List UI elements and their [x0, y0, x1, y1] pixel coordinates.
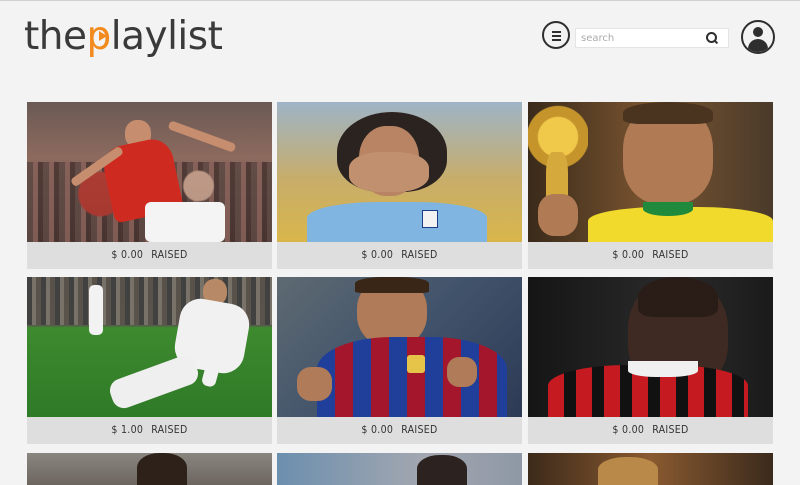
- logo[interactable]: theplaylist: [24, 14, 223, 70]
- fundraiser-card[interactable]: $ 1.00 RAISED: [27, 277, 272, 444]
- raised-label: RAISED: [151, 249, 188, 261]
- raised-label: RAISED: [401, 249, 438, 261]
- card-caption: $ 1.00 RAISED: [27, 417, 272, 444]
- user-icon-body: [748, 39, 768, 52]
- fundraiser-card[interactable]: $ 0.00 RAISED: [277, 277, 522, 444]
- search-input[interactable]: [581, 30, 701, 46]
- player-photo[interactable]: [277, 453, 522, 485]
- player-photo[interactable]: [27, 453, 272, 485]
- fundraiser-card[interactable]: [528, 453, 773, 485]
- logo-text-laylist: laylist: [110, 14, 223, 59]
- player-photo[interactable]: [528, 102, 773, 242]
- fundraiser-card[interactable]: $ 0.00 RAISED: [528, 102, 773, 269]
- card-caption: $ 0.00 RAISED: [277, 417, 522, 444]
- player-photo[interactable]: [528, 453, 773, 485]
- menu-button[interactable]: [542, 21, 570, 49]
- logo-text-the: the: [24, 14, 87, 59]
- player-photo[interactable]: [27, 277, 272, 417]
- amount-raised: $ 0.00: [361, 249, 394, 261]
- fundraiser-card[interactable]: [27, 453, 272, 485]
- amount-raised: $ 0.00: [111, 249, 144, 261]
- raised-label: RAISED: [652, 424, 689, 436]
- player-photo[interactable]: [27, 102, 272, 242]
- player-photo[interactable]: [277, 102, 522, 242]
- menu-icon-bar: [552, 39, 561, 41]
- menu-icon-bar: [552, 35, 561, 37]
- search-box: [575, 28, 729, 48]
- raised-label: RAISED: [652, 249, 689, 261]
- search-icon[interactable]: [706, 32, 717, 43]
- amount-raised: $ 1.00: [111, 424, 144, 436]
- user-icon-head: [753, 27, 763, 37]
- card-caption: $ 0.00 RAISED: [528, 417, 773, 444]
- raised-label: RAISED: [151, 424, 188, 436]
- card-caption: $ 0.00 RAISED: [528, 242, 773, 269]
- fundraiser-card[interactable]: $ 0.00 RAISED: [277, 102, 522, 269]
- fundraiser-card[interactable]: [277, 453, 522, 485]
- menu-icon-bar: [552, 31, 561, 33]
- player-photo[interactable]: [528, 277, 773, 417]
- card-caption: $ 0.00 RAISED: [277, 242, 522, 269]
- amount-raised: $ 0.00: [612, 424, 645, 436]
- logo-play-icon: p: [86, 14, 112, 59]
- user-account-button[interactable]: [741, 20, 775, 54]
- amount-raised: $ 0.00: [361, 424, 394, 436]
- fundraiser-card[interactable]: $ 0.00 RAISED: [27, 102, 272, 269]
- amount-raised: $ 0.00: [612, 249, 645, 261]
- fundraiser-card[interactable]: $ 0.00 RAISED: [528, 277, 773, 444]
- player-photo[interactable]: [277, 277, 522, 417]
- raised-label: RAISED: [401, 424, 438, 436]
- card-caption: $ 0.00 RAISED: [27, 242, 272, 269]
